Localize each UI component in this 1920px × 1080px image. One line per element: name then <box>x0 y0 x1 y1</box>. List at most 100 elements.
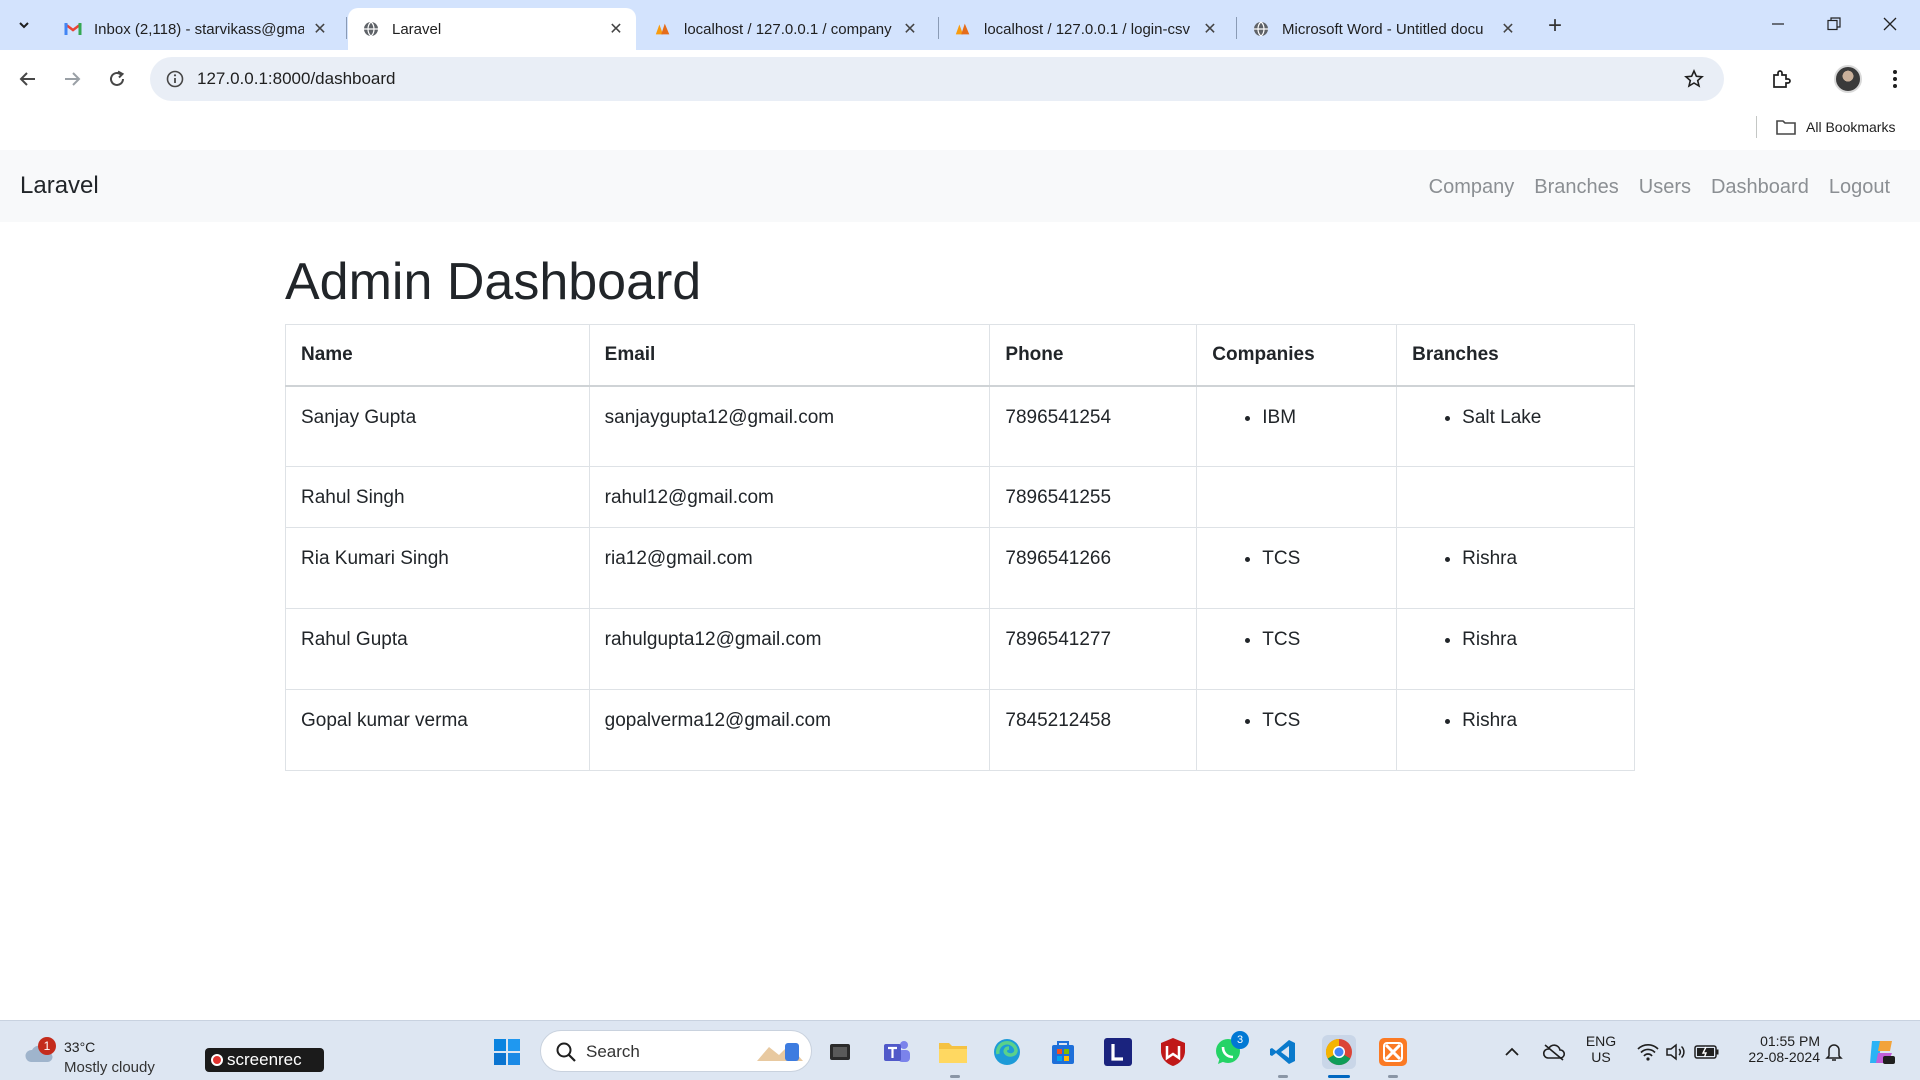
task-view-button[interactable] <box>823 1035 857 1069</box>
teams-icon <box>884 1041 910 1062</box>
mcafee-shield-icon <box>1161 1038 1185 1066</box>
bookmark-star-icon[interactable] <box>1682 67 1706 91</box>
table-row: Ria Kumari Singh ria12@gmail.com 7896541… <box>285 527 1635 609</box>
minimize-button[interactable] <box>1758 8 1798 40</box>
extensions-button[interactable] <box>1766 64 1796 94</box>
language-indicator[interactable]: ENG US <box>1580 1033 1622 1065</box>
tab-laravel[interactable]: Laravel ✕ <box>348 8 636 50</box>
column-header-companies: Companies <box>1196 324 1398 387</box>
tab-gmail[interactable]: Inbox (2,118) - starvikass@gma ✕ <box>50 8 340 50</box>
chrome-app[interactable] <box>1322 1035 1356 1069</box>
nav-link-logout[interactable]: Logout <box>1829 176 1890 199</box>
file-explorer-app[interactable] <box>936 1035 970 1069</box>
plus-icon: + <box>1547 12 1562 39</box>
tab-word[interactable]: Microsoft Word - Untitled docu ✕ <box>1238 8 1528 50</box>
url-text: 127.0.0.1:8000/dashboard <box>197 69 396 88</box>
globe-icon <box>1252 20 1270 38</box>
show-hidden-icons-button[interactable] <box>1494 1035 1530 1069</box>
vscode-app[interactable] <box>1266 1035 1300 1069</box>
onedrive-status[interactable] <box>1536 1035 1572 1069</box>
profile-avatar[interactable] <box>1834 65 1862 93</box>
browser-tabstrip: Inbox (2,118) - starvikass@gma ✕ Laravel… <box>0 0 1920 50</box>
task-view-icon <box>830 1044 850 1060</box>
mcafee-app[interactable] <box>1156 1035 1190 1069</box>
navbar-brand[interactable]: Laravel <box>20 172 99 200</box>
windows-taskbar: 1 33°C Mostly cloudy screenrec Search 3 <box>0 1020 1920 1080</box>
bell-icon <box>1825 1044 1843 1061</box>
running-indicator <box>1278 1075 1288 1078</box>
forward-button[interactable] <box>57 64 87 94</box>
gmail-icon <box>64 20 82 38</box>
cell-phone: 7896541254 <box>989 385 1198 467</box>
clock[interactable]: 01:55 PM 22-08-2024 <box>1738 1033 1820 1065</box>
xampp-app[interactable] <box>1376 1035 1410 1069</box>
store-icon <box>1052 1041 1074 1064</box>
table-row: Sanjay Gupta sanjaygupta12@gmail.com 789… <box>285 385 1635 467</box>
speaker-icon <box>1666 1043 1685 1061</box>
weather-widget[interactable]: 1 33°C Mostly cloudy <box>20 1031 200 1076</box>
company-item: IBM <box>1262 407 1381 429</box>
tab-phpmyadmin-company[interactable]: localhost / 127.0.0.1 / company ✕ <box>640 8 930 50</box>
nav-link-dashboard[interactable]: Dashboard <box>1711 176 1809 199</box>
cell-email: rahul12@gmail.com <box>588 466 991 528</box>
bookmarks-separator <box>1756 116 1757 138</box>
battery-status[interactable] <box>1690 1035 1724 1069</box>
tab-title: localhost / 127.0.0.1 / company <box>684 20 892 38</box>
edge-app[interactable] <box>990 1035 1024 1069</box>
screenrec-app[interactable]: screenrec <box>205 1048 324 1072</box>
phpmyadmin-icon <box>654 20 672 38</box>
minimize-icon <box>1772 23 1784 25</box>
store-app[interactable] <box>1046 1035 1080 1069</box>
close-tab-icon[interactable]: ✕ <box>606 19 626 39</box>
copilot-button[interactable] <box>1862 1035 1900 1069</box>
company-item: TCS <box>1262 629 1381 651</box>
all-bookmarks-button[interactable]: All Bookmarks <box>1776 114 1895 140</box>
wifi-icon <box>1637 1043 1659 1061</box>
page-title: Admin Dashboard <box>285 253 702 311</box>
launcher-l-app[interactable] <box>1101 1035 1135 1069</box>
close-tab-icon[interactable]: ✕ <box>1200 19 1220 39</box>
address-bar[interactable]: 127.0.0.1:8000/dashboard <box>150 57 1724 101</box>
nav-link-company[interactable]: Company <box>1429 176 1515 199</box>
notifications-button[interactable] <box>1818 1035 1850 1069</box>
cell-companies: TCS <box>1196 689 1398 771</box>
tab-search-button[interactable] <box>8 10 40 40</box>
running-indicator <box>950 1075 960 1078</box>
tab-phpmyadmin-login-csv[interactable]: localhost / 127.0.0.1 / login-csv ✕ <box>940 8 1230 50</box>
tab-title: Inbox (2,118) - starvikass@gma <box>94 20 304 38</box>
back-button[interactable] <box>13 64 43 94</box>
close-tab-icon[interactable]: ✕ <box>900 19 920 39</box>
tab-title: localhost / 127.0.0.1 / login-csv <box>984 20 1190 38</box>
cell-phone: 7896541277 <box>989 608 1198 690</box>
teams-app[interactable] <box>880 1035 914 1069</box>
cell-branches: Rishra <box>1396 689 1635 771</box>
letter-l-icon <box>1104 1038 1132 1066</box>
taskbar-search[interactable]: Search <box>540 1030 812 1072</box>
site-info-icon[interactable] <box>164 68 186 90</box>
chrome-icon <box>1325 1038 1352 1066</box>
volume-status[interactable] <box>1660 1035 1692 1069</box>
cell-companies: IBM <box>1196 385 1398 467</box>
vscode-icon <box>1270 1040 1295 1064</box>
tab-separator <box>346 17 347 39</box>
browser-menu-button[interactable] <box>1880 64 1910 94</box>
nav-link-users[interactable]: Users <box>1639 176 1691 199</box>
close-tab-icon[interactable]: ✕ <box>310 19 330 39</box>
start-button[interactable] <box>490 1035 524 1069</box>
record-icon <box>211 1054 223 1066</box>
nav-link-branches[interactable]: Branches <box>1534 176 1619 199</box>
weather-condition: Mostly cloudy <box>64 1059 155 1076</box>
clock-date: 22-08-2024 <box>1748 1049 1820 1065</box>
reload-button[interactable] <box>102 64 132 94</box>
column-header-name: Name <box>285 324 590 387</box>
cell-email: ria12@gmail.com <box>588 527 991 609</box>
phpmyadmin-icon <box>954 20 972 38</box>
restore-button[interactable] <box>1814 8 1854 40</box>
cell-phone: 7896541266 <box>989 527 1198 609</box>
close-tab-icon[interactable]: ✕ <box>1498 19 1518 39</box>
cell-branches: Rishra <box>1396 527 1635 609</box>
cell-name: Rahul Singh <box>285 466 590 528</box>
new-tab-button[interactable]: + <box>1540 12 1570 40</box>
close-window-button[interactable] <box>1870 8 1910 40</box>
globe-icon <box>362 20 380 38</box>
